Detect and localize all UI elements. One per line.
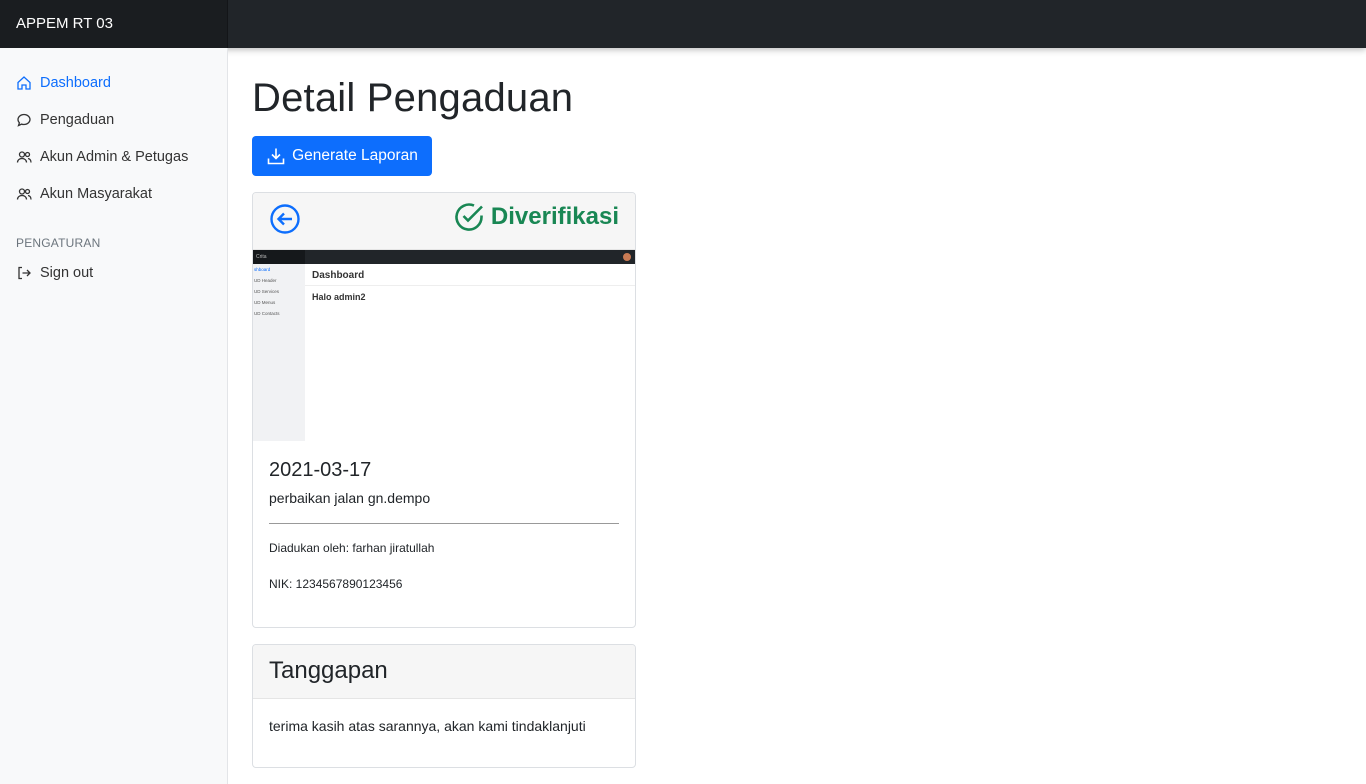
complaint-detail-card: Diverifikasi Crita shboard UD Header UD … (252, 192, 636, 628)
sidebar-item-sign-out[interactable]: Sign out (16, 262, 93, 284)
sidebar-item-label: Akun Admin & Petugas (40, 149, 189, 165)
generate-report-label: Generate Laporan (292, 147, 418, 164)
attachment-side-link: UD Contacts (254, 311, 280, 316)
status-label: Diverifikasi (490, 203, 619, 230)
complaint-description: perbaikan jalan gn.dempo (269, 490, 431, 506)
divider (269, 523, 619, 524)
sidebar-item-akun-masyarakat[interactable]: Akun Masyarakat (16, 183, 152, 205)
sidebar-item-akun-admin-petugas[interactable]: Akun Admin & Petugas (16, 146, 188, 168)
attachment-brand: Crita (253, 250, 305, 264)
reported-by: Diadukan oleh: farhan jiratullah (269, 541, 435, 555)
home-icon (16, 75, 32, 91)
sidebar-item-label: Dashboard (40, 75, 111, 91)
brand-link[interactable]: APPEM RT 03 (0, 0, 228, 48)
nik-text: NIK: 1234567890123456 (269, 577, 403, 591)
sidebar-item-label: Sign out (40, 265, 94, 281)
back-button[interactable] (269, 203, 301, 235)
attachment-side-link: UD Header (254, 278, 277, 283)
sidebar-item-dashboard[interactable]: Dashboard (16, 72, 111, 94)
attachment-side-link: UD Services (254, 289, 280, 294)
main-content: Detail Pengaduan Generate Laporan Diveri… (228, 48, 1366, 784)
attachment-avatar (623, 253, 631, 261)
page-title: Detail Pengaduan (252, 76, 574, 120)
sidebar-item-label: Pengaduan (40, 112, 115, 128)
check-circle-icon (453, 201, 485, 233)
sidebar: Dashboard Pengaduan Akun Admin & Petugas… (0, 48, 228, 784)
attachment-content: Dashboard Halo admin2 (305, 264, 635, 302)
users-icon (16, 149, 32, 165)
generate-report-button[interactable]: Generate Laporan (252, 136, 432, 176)
arrow-left-circle-icon (270, 204, 300, 234)
card-header: Diverifikasi (253, 193, 635, 250)
complaint-date: 2021-03-17 (269, 459, 372, 481)
download-icon (266, 146, 286, 166)
response-text: terima kasih atas sarannya, akan kami ti… (269, 718, 586, 734)
users-icon (16, 186, 32, 202)
top-navbar: APPEM RT 03 (0, 0, 1366, 48)
sidebar-item-label: Akun Masyarakat (40, 186, 153, 202)
attachment-side-link: UD Menus (254, 300, 276, 305)
sidebar-heading: PENGATURAN (16, 236, 101, 250)
sidebar-item-pengaduan[interactable]: Pengaduan (16, 109, 114, 131)
card-body: 2021-03-17 perbaikan jalan gn.dempo Diad… (253, 441, 635, 627)
message-icon (16, 112, 32, 128)
status-badge: Diverifikasi (453, 201, 619, 233)
attachment-sidebar: shboard UD Header UD Services UD Menus U… (253, 264, 305, 441)
attachment-side-link: shboard (254, 267, 271, 272)
attachment-topbar: Crita (253, 250, 635, 264)
sign-out-icon (16, 265, 32, 281)
response-card: Tanggapan terima kasih atas sarannya, ak… (252, 644, 636, 768)
attachment-image: Crita shboard UD Header UD Services UD M… (253, 250, 635, 441)
response-title: Tanggapan (253, 645, 635, 699)
attachment-greeting: Halo admin2 (312, 292, 366, 302)
attachment-header: Dashboard (305, 264, 635, 286)
